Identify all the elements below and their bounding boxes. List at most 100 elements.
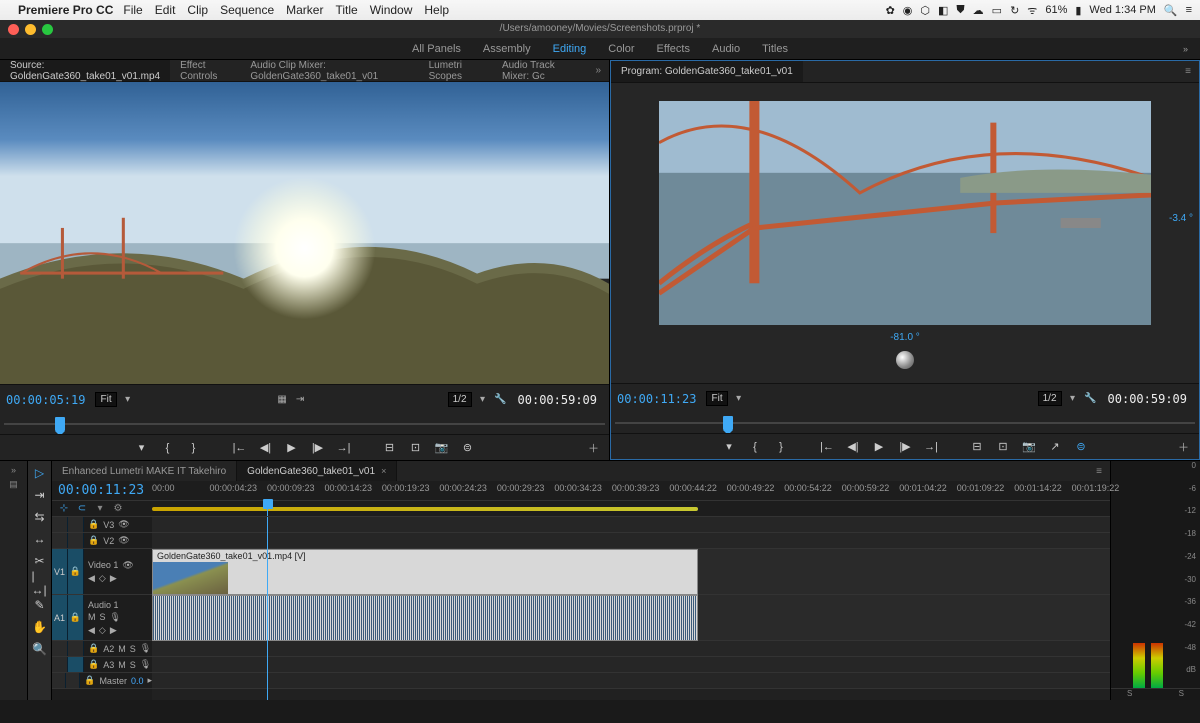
status-icon[interactable]: ⛊ (956, 4, 964, 17)
hand-tool-icon[interactable]: ✋ (32, 619, 48, 635)
tab-source[interactable]: Source: GoldenGate360_take01_v01.mp4 (0, 60, 170, 81)
panel-overflow[interactable]: » (587, 65, 609, 76)
program-playhead[interactable] (723, 416, 733, 430)
marker-icon[interactable]: ▾ (133, 439, 151, 457)
menu-icon[interactable]: ≡ (1186, 4, 1192, 16)
chevron-icon[interactable]: » (11, 465, 16, 475)
step-fwd-icon[interactable]: |▶ (896, 438, 914, 456)
razor-tool-icon[interactable]: ✂ (32, 553, 48, 569)
overlay-icon[interactable]: ⇥ (293, 393, 307, 407)
wrench-icon[interactable]: 🔧 (1084, 392, 1098, 406)
lift-icon[interactable]: ⊟ (968, 438, 986, 456)
source-scrubber[interactable] (0, 414, 609, 434)
extract-icon[interactable]: ⊡ (994, 438, 1012, 456)
tab-audio-track-mixer[interactable]: Audio Track Mixer: Gc (492, 60, 588, 81)
track-select-tool-icon[interactable]: ⇥ (32, 487, 48, 503)
source-tc-out[interactable]: 00:00:59:09 (518, 393, 597, 407)
maximize-button[interactable] (42, 24, 53, 35)
track-v3[interactable]: 🔒V3👁 (52, 517, 152, 533)
go-out-icon[interactable]: →| (335, 439, 353, 457)
insert-icon[interactable]: ⊟ (381, 439, 399, 457)
seq-tab-1[interactable]: Enhanced Lumetri MAKE IT Takehiro (52, 461, 237, 481)
time-ruler[interactable]: 00:0000:00:04:2300:00:09:2300:00:14:2300… (152, 481, 1110, 500)
link-icon[interactable]: ⊂ (76, 503, 88, 515)
ws-overflow[interactable]: » (1183, 44, 1188, 54)
bins-icon[interactable]: ▤ (9, 479, 18, 490)
go-in-icon[interactable]: |← (231, 439, 249, 457)
ws-audio[interactable]: Audio (712, 43, 740, 55)
play-icon[interactable]: ▶ (870, 438, 888, 456)
track-a2[interactable]: 🔒A2MS🎙 (52, 641, 152, 657)
menu-clip[interactable]: Clip (187, 3, 208, 17)
overwrite-icon[interactable]: ⊡ (407, 439, 425, 457)
vr-icon[interactable]: ⊜ (1072, 438, 1090, 456)
tab-audio-clip-mixer[interactable]: Audio Clip Mixer: GoldenGate360_take01_v… (240, 60, 418, 81)
battery-icon[interactable]: ▮ (1075, 4, 1081, 17)
menu-file[interactable]: File (123, 3, 142, 17)
source-playhead[interactable] (55, 417, 65, 431)
seq-tab-2[interactable]: GoldenGate360_take01_v01× (237, 461, 397, 481)
program-res[interactable]: 1/2 (1038, 391, 1062, 406)
add-button-icon[interactable]: ＋ (588, 440, 599, 456)
add-button-icon[interactable]: ＋ (1178, 439, 1189, 455)
zoom-tool-icon[interactable]: 🔍 (32, 641, 48, 657)
track-master[interactable]: 🔒Master0.0▸ (52, 673, 152, 689)
work-area-bar[interactable] (152, 501, 1110, 516)
timeline-tc[interactable]: 00:00:11:23 (58, 483, 144, 498)
menu-window[interactable]: Window (370, 3, 413, 17)
out-point-icon[interactable]: } (772, 438, 790, 456)
cc-icon[interactable]: ◧ (938, 4, 948, 17)
marker-icon[interactable]: ▾ (94, 503, 106, 515)
track-v2[interactable]: 🔒V2👁 (52, 533, 152, 549)
in-point-icon[interactable]: { (746, 438, 764, 456)
status-icon[interactable]: ✿ (886, 4, 895, 17)
sync-icon[interactable]: ↻ (1010, 4, 1019, 17)
menu-sequence[interactable]: Sequence (220, 3, 274, 17)
source-tc-in[interactable]: 00:00:05:19 (6, 393, 85, 407)
wifi-icon[interactable]: ᯤ (1027, 3, 1037, 18)
tab-effect-controls[interactable]: Effect Controls (170, 60, 240, 81)
video-clip[interactable]: GoldenGate360_take01_v01.mp4 [V] (152, 549, 698, 595)
chevron-down-icon[interactable]: ▾ (121, 393, 135, 407)
menu-marker[interactable]: Marker (286, 3, 323, 17)
program-monitor[interactable]: -3.4 ° -81.0 ° (611, 83, 1199, 383)
export-icon[interactable]: ↗ (1046, 438, 1064, 456)
source-zoom-fit[interactable]: Fit (95, 392, 116, 407)
ws-titles[interactable]: Titles (762, 43, 788, 55)
menu-title[interactable]: Title (335, 3, 357, 17)
status-icon[interactable]: ◉ (903, 4, 913, 17)
program-tc-in[interactable]: 00:00:11:23 (617, 392, 696, 406)
app-name[interactable]: Premiere Pro CC (18, 3, 113, 17)
solo-r[interactable]: S (1179, 689, 1184, 700)
chevron-down-icon[interactable]: ▾ (1066, 392, 1080, 406)
export-frame-icon[interactable]: 📷 (1020, 438, 1038, 456)
minimize-button[interactable] (25, 24, 36, 35)
track-body[interactable]: GoldenGate360_take01_v01.mp4 [V] (152, 517, 1110, 700)
track-a3[interactable]: 🔒A3MS🎙 (52, 657, 152, 673)
step-back-icon[interactable]: ◀| (257, 439, 275, 457)
settings-icon[interactable]: ⚙ (112, 503, 124, 515)
rate-tool-icon[interactable]: ↔ (32, 531, 48, 547)
export-frame-icon[interactable]: 📷 (433, 439, 451, 457)
pen-tool-icon[interactable]: ✎ (32, 597, 48, 613)
ws-effects[interactable]: Effects (657, 43, 690, 55)
out-point-icon[interactable]: } (185, 439, 203, 457)
vr-trackball[interactable] (896, 351, 914, 369)
ws-color[interactable]: Color (608, 43, 634, 55)
menu-edit[interactable]: Edit (155, 3, 176, 17)
wrench-icon[interactable]: 🔧 (494, 393, 508, 407)
slip-tool-icon[interactable]: |↔| (32, 575, 48, 591)
in-point-icon[interactable]: { (159, 439, 177, 457)
program-scrubber[interactable] (611, 413, 1199, 433)
go-out-icon[interactable]: →| (922, 438, 940, 456)
step-back-icon[interactable]: ◀| (844, 438, 862, 456)
spotlight-icon[interactable]: 🔍 (1164, 4, 1178, 17)
dropbox-icon[interactable]: ⬡ (920, 4, 930, 17)
go-in-icon[interactable]: |← (818, 438, 836, 456)
ws-all-panels[interactable]: All Panels (412, 43, 461, 55)
chevron-down-icon[interactable]: ▾ (732, 392, 746, 406)
chevron-down-icon[interactable]: ▾ (476, 393, 490, 407)
close-icon[interactable]: × (381, 466, 386, 476)
marker-icon[interactable]: ▾ (720, 438, 738, 456)
tab-lumetri-scopes[interactable]: Lumetri Scopes (419, 60, 492, 81)
